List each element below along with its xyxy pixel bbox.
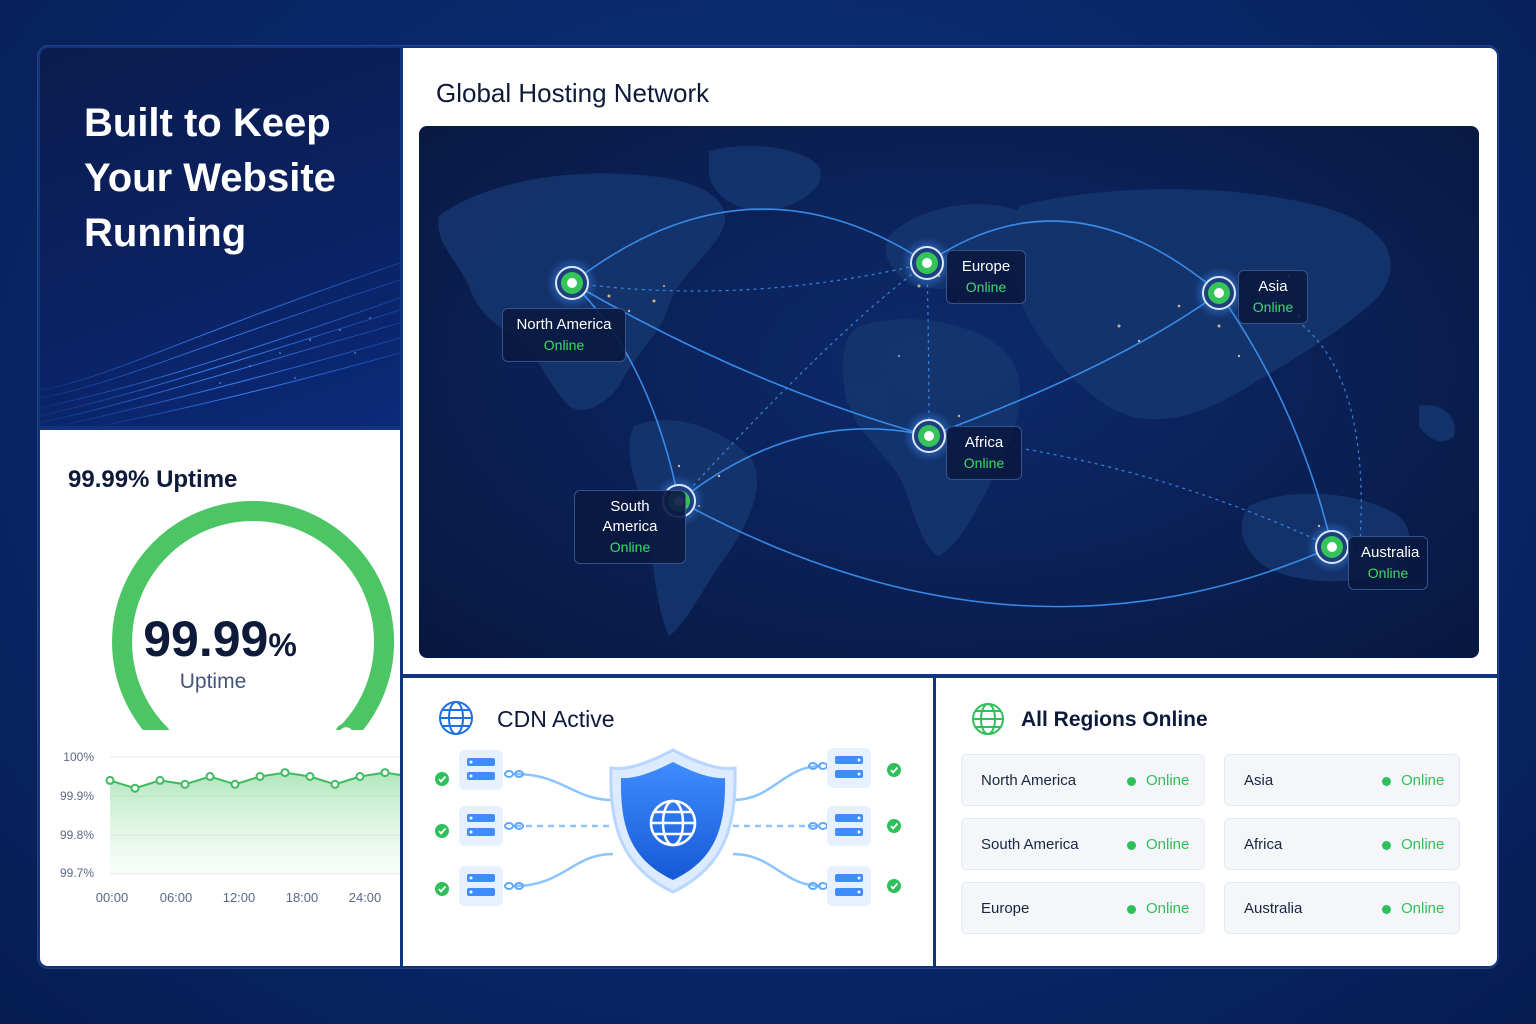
cdn-card: CDN Active — [403, 678, 933, 966]
status-dot — [1127, 905, 1136, 914]
x-tick-label: 24:00 — [348, 890, 382, 905]
uptime-point — [180, 779, 190, 789]
map-title: Global Hosting Network — [436, 78, 710, 108]
node-label-north-america[interactable]: North America Online — [502, 308, 626, 362]
hero-panel: Built to Keep Your Website Running — [40, 48, 400, 426]
uptime-point — [230, 779, 240, 789]
global-network-card: Global Hosting Network North America Onl… — [403, 48, 1497, 674]
region-row-south-america[interactable]: South America Online — [961, 818, 1205, 870]
hero-line-1: Built to Keep — [84, 101, 331, 145]
uptime-point — [105, 775, 115, 785]
uptime-point — [380, 768, 390, 778]
node-status: Online — [609, 539, 651, 555]
uptime-point — [305, 772, 315, 781]
uptime-card: 99.99% Uptime 99.99% Uptime 100% 99.9% 9… — [40, 430, 400, 966]
globe-icon — [972, 703, 1004, 735]
node-status: Online — [963, 455, 1005, 471]
uptime-point — [255, 772, 265, 781]
region-status: Online — [1146, 900, 1190, 917]
x-tick-label: 00:00 — [95, 890, 129, 905]
region-name: Australia — [1244, 900, 1303, 917]
node-status: Online — [1252, 299, 1294, 315]
node-name: South America — [602, 498, 658, 535]
region-status: Online — [1401, 900, 1445, 917]
region-name: North America — [981, 772, 1077, 789]
hero-line-3: Running — [84, 211, 247, 255]
region-name: Asia — [1244, 772, 1274, 789]
region-row-europe[interactable]: Europe Online — [961, 882, 1205, 934]
region-status: Online — [1401, 836, 1445, 853]
uptime-point — [205, 772, 215, 781]
node-status: Online — [965, 279, 1007, 295]
region-name: Africa — [1244, 836, 1283, 853]
region-status: Online — [1401, 772, 1445, 789]
region-row-africa[interactable]: Africa Online — [1224, 818, 1460, 870]
node-name: Australia — [1361, 544, 1420, 561]
shield-globe-icon — [609, 748, 737, 894]
uptime-point — [330, 779, 340, 789]
node-status: Online — [543, 337, 585, 353]
region-status: Online — [1146, 772, 1190, 789]
node-name: Asia — [1258, 278, 1288, 295]
node-label-australia[interactable]: Australia Online — [1348, 536, 1428, 590]
node-name: North America — [516, 316, 612, 333]
region-row-asia[interactable]: Asia Online — [1224, 754, 1460, 806]
node-label-asia[interactable]: Asia Online — [1238, 270, 1308, 324]
node-status: Online — [1367, 565, 1409, 581]
uptime-point — [155, 775, 165, 785]
region-name: Europe — [981, 900, 1030, 917]
status-dot — [1127, 777, 1136, 786]
x-tick-label: 12:00 — [222, 890, 256, 905]
x-tick-label: 06:00 — [159, 890, 193, 905]
hero-headline: Built to Keep Your Website Running — [84, 96, 384, 261]
node-name: Europe — [961, 258, 1011, 275]
status-dot — [1382, 841, 1391, 850]
status-dot — [1382, 905, 1391, 914]
uptime-point — [355, 772, 365, 781]
world-map[interactable]: North America Online Europe Online Asia … — [419, 126, 1479, 658]
node-label-europe[interactable]: Europe Online — [946, 250, 1026, 304]
hero-line-2: Your Website — [84, 156, 336, 200]
region-row-north-america[interactable]: North America Online — [961, 754, 1205, 806]
node-label-south-america[interactable]: South America Online — [574, 490, 686, 564]
regions-title: All Regions Online — [1021, 708, 1208, 731]
region-status: Online — [1146, 836, 1190, 853]
uptime-point — [280, 768, 290, 778]
x-tick-label: 18:00 — [285, 890, 319, 905]
regions-card: All Regions Online North America Online … — [936, 678, 1497, 966]
cdn-diagram — [435, 748, 901, 906]
region-row-australia[interactable]: Australia Online — [1224, 882, 1460, 934]
uptime-chart — [105, 756, 400, 875]
status-dot — [1127, 841, 1136, 850]
uptime-area — [110, 772, 400, 874]
node-label-africa[interactable]: Africa Online — [946, 426, 1022, 480]
region-name: South America — [981, 836, 1079, 853]
status-dot — [1382, 777, 1391, 786]
world-map-graphic — [438, 146, 1455, 636]
node-name: Africa — [964, 434, 1004, 451]
uptime-point — [130, 783, 140, 793]
